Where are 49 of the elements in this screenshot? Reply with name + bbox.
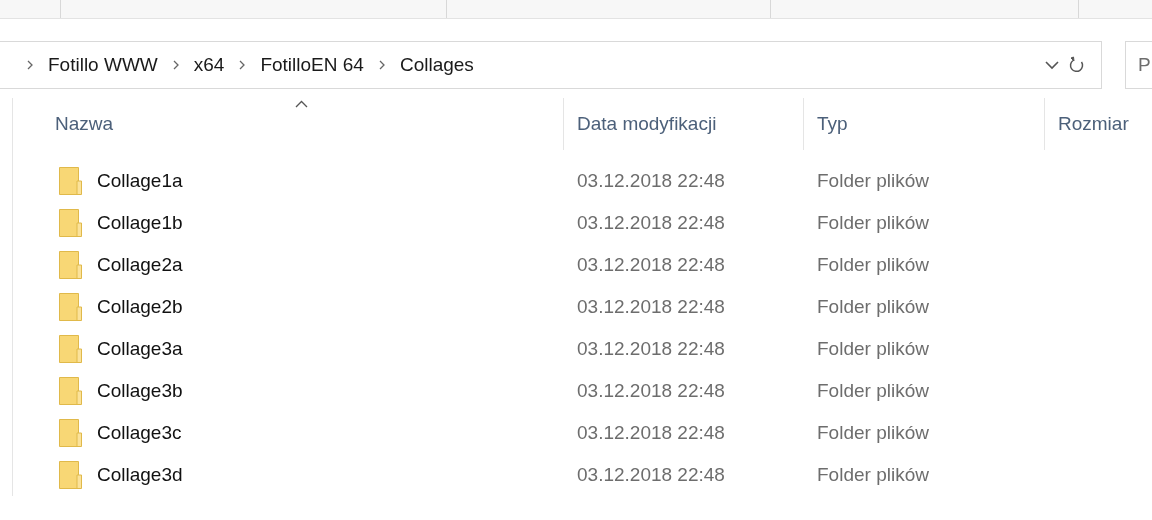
file-name[interactable]: Collage2b <box>97 296 183 318</box>
breadcrumb[interactable]: FotilloEN 64 <box>260 54 364 76</box>
search-field[interactable]: P <box>1125 41 1152 89</box>
file-type: Folder plików <box>817 380 929 402</box>
address-bar[interactable]: Fotillo WWW x64 FotilloEN 64 Collages <box>0 41 1102 89</box>
file-type: Folder plików <box>817 338 929 360</box>
chevron-icon <box>171 60 180 70</box>
file-name[interactable]: Collage3a <box>97 338 183 360</box>
chevron-icon <box>377 60 386 70</box>
file-type: Folder plików <box>817 212 929 234</box>
file-type: Folder plików <box>817 254 929 276</box>
refresh-icon[interactable] <box>1069 56 1085 74</box>
file-name[interactable]: Collage3b <box>97 380 183 402</box>
breadcrumb[interactable]: Fotillo WWW <box>48 54 158 76</box>
folder-icon <box>59 167 82 195</box>
modified-date: 03.12.2018 22:48 <box>577 170 725 192</box>
file-type: Folder plików <box>817 422 929 444</box>
modified-date: 03.12.2018 22:48 <box>577 380 725 402</box>
file-name[interactable]: Collage1a <box>97 170 183 192</box>
column-header[interactable]: Typ <box>817 113 848 135</box>
breadcrumb[interactable]: Collages <box>399 54 474 76</box>
chevron-icon <box>26 60 34 70</box>
folder-icon <box>59 209 82 237</box>
folder-icon <box>59 377 82 405</box>
modified-date: 03.12.2018 22:48 <box>577 338 725 360</box>
folder-icon <box>59 461 82 489</box>
folder-icon <box>59 251 82 279</box>
file-name[interactable]: Collage1b <box>97 212 183 234</box>
dropdown-icon[interactable] <box>1045 60 1059 70</box>
column-header[interactable]: Nazwa <box>55 113 114 135</box>
folder-icon <box>59 335 82 363</box>
modified-date: 03.12.2018 22:48 <box>577 464 725 486</box>
file-name[interactable]: Collage2a <box>97 254 183 276</box>
breadcrumb[interactable]: x64 <box>193 54 225 76</box>
folder-icon <box>59 419 82 447</box>
modified-date: 03.12.2018 22:48 <box>577 254 725 276</box>
modified-date: 03.12.2018 22:48 <box>577 422 725 444</box>
modified-date: 03.12.2018 22:48 <box>577 296 725 318</box>
folder-icon <box>59 293 82 321</box>
file-name[interactable]: Collage3c <box>97 422 182 444</box>
column-header[interactable]: Data modyfikacji <box>577 113 717 135</box>
column-header[interactable]: Rozmiar <box>1058 113 1129 135</box>
file-type: Folder plików <box>817 296 929 318</box>
chevron-icon <box>238 60 247 70</box>
modified-date: 03.12.2018 22:48 <box>577 212 725 234</box>
sort-caret-icon <box>295 100 308 108</box>
file-type: Folder plików <box>817 464 929 486</box>
file-type: Folder plików <box>817 170 929 192</box>
file-name[interactable]: Collage3d <box>97 464 183 486</box>
